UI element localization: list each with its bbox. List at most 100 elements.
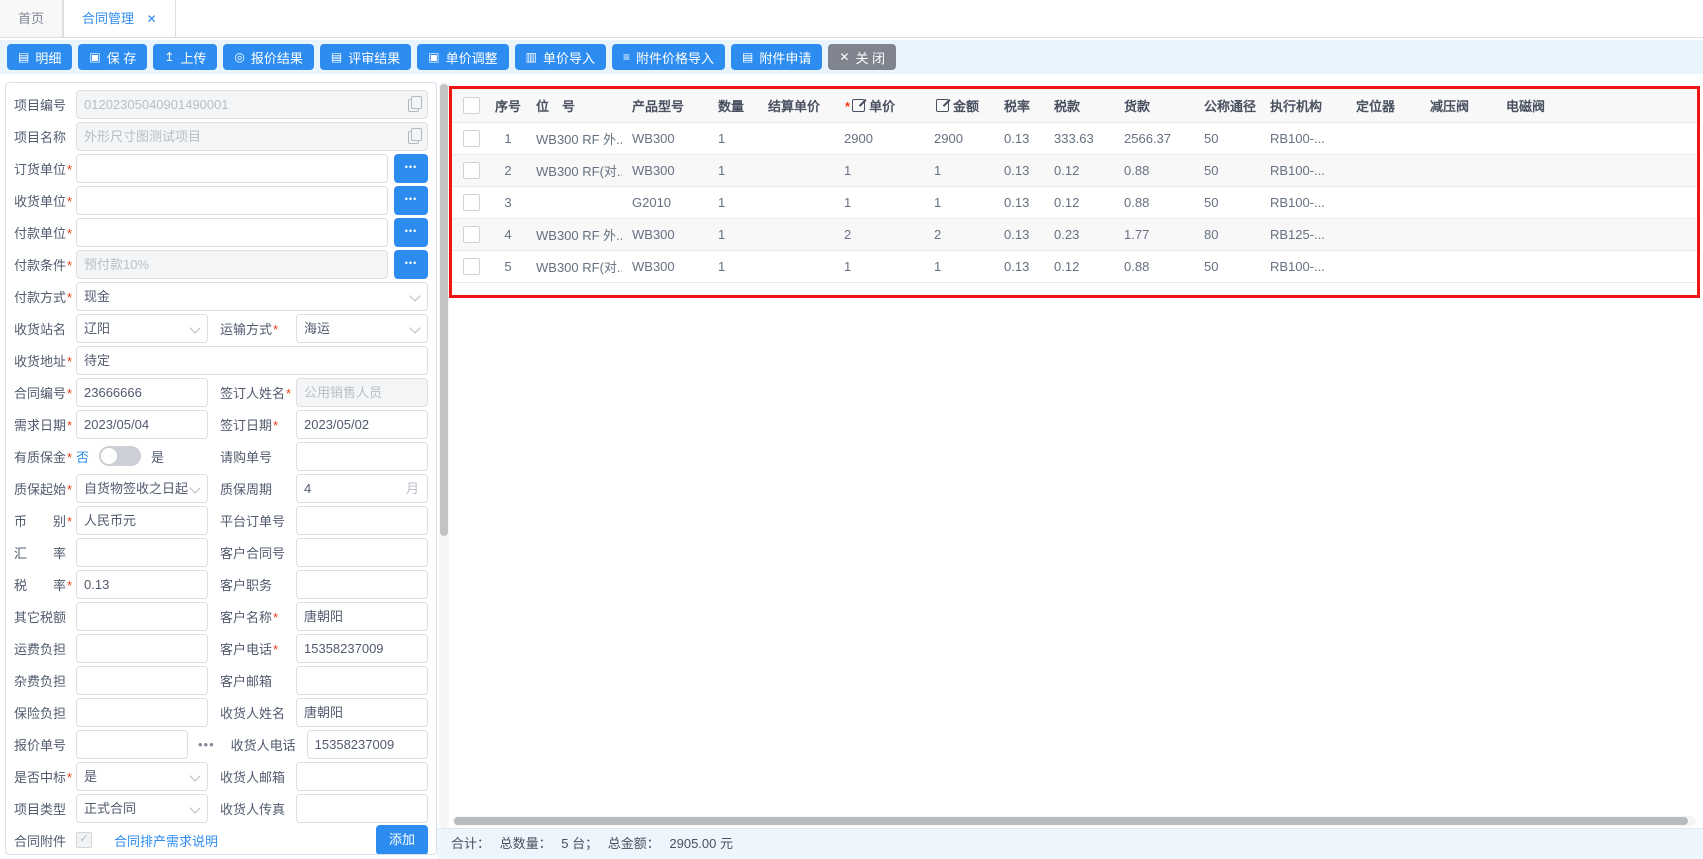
purchase-request-no-label: 请购单号 [208,447,296,466]
upload-button[interactable]: ↥上传 [153,44,217,70]
cell: RB100-... [1260,187,1346,219]
close-button[interactable]: ✕关 闭 [828,44,896,70]
required-asterisk: * [67,450,72,465]
tax-rate-input[interactable]: 0.13 [76,570,208,599]
vertical-scrollbar[interactable] [439,82,449,828]
quote-no-picker-button[interactable]: ••• [198,737,215,752]
contract-attachment-checkbox[interactable]: ✓ [76,832,92,848]
row-checkbox[interactable] [463,226,480,243]
form-row: 项目编号01202305040901490001 [14,88,428,120]
customer-title-input[interactable] [296,570,428,599]
insurance-burden-input[interactable] [76,698,208,727]
consignee-fax-input[interactable] [296,794,428,823]
customer-contract-no-input[interactable] [296,538,428,567]
required-asterisk: * [67,578,72,593]
purchase-request-no-input[interactable] [296,442,428,471]
row-checkbox-cell [452,219,490,251]
sign-date-input[interactable]: 2023/05/02 [296,410,428,439]
currency-widget: 人民币元 [76,506,208,535]
cell: 2900 [834,123,924,155]
detail-button[interactable]: ▤明细 [7,44,72,70]
horizontal-scrollbar-thumb[interactable] [454,817,1688,825]
row-checkbox[interactable] [463,194,480,211]
pay-unit-input[interactable] [76,218,388,247]
customer-phone-label: 客户电话* [208,639,296,658]
items-table: 序号位 号产品型号数量结算单价*单价金额税率税款货款公称通径执行机构定位器减压阀… [452,89,1697,283]
receive-station-select[interactable]: 辽阳 [76,314,208,343]
form-row: 其它税额客户名称*唐朝阳 [14,600,428,632]
warranty-start-label: 质保起始* [14,479,76,498]
required-asterisk: * [67,770,72,785]
attachment-price-import-button[interactable]: ≡附件价格导入 [612,44,725,70]
demand-date-input[interactable]: 2023/05/04 [76,410,208,439]
consignee-phone-widget: 15358237009 [307,730,428,759]
consignee-name-input[interactable]: 唐朝阳 [296,698,428,727]
misc-fee-burden-input[interactable] [76,666,208,695]
platform-order-no-input[interactable] [296,506,428,535]
transport-method-select[interactable]: 海运 [296,314,428,343]
select-all-checkbox[interactable] [463,97,480,114]
add-attachment-button[interactable]: 添加 [376,825,428,855]
purchase-request-no-widget [296,442,428,471]
exchange-rate-input[interactable] [76,538,208,567]
receive-address-label: 收货地址* [14,351,76,370]
copy-icon[interactable] [408,131,419,144]
order-unit-picker-button[interactable]: ••• [394,154,428,183]
consignee-phone-input[interactable]: 15358237009 [307,730,428,759]
customer-phone-input[interactable]: 15358237009 [296,634,428,663]
is-winning-bid-label: 是否中标* [14,767,76,786]
currency-input[interactable]: 人民币元 [76,506,208,535]
has-warranty-deposit-toggle[interactable] [99,446,141,466]
project-type-select[interactable]: 正式合同 [76,794,208,823]
receive-unit-input[interactable] [76,186,388,215]
pay-unit-picker-button[interactable]: ••• [394,218,428,247]
import-icon: ▥ [526,51,537,63]
row-checkbox-cell [452,251,490,283]
customer-name-widget: 唐朝阳 [296,602,428,631]
contract-no-input[interactable]: 23666666 [76,378,208,407]
price-adjust-button[interactable]: ▣单价调整 [417,44,508,70]
tab-home[interactable]: 首页 [0,0,63,37]
form-row: 汇 率客户合同号 [14,536,428,568]
row-checkbox[interactable] [463,258,480,275]
cell [758,187,834,219]
row-checkbox[interactable] [463,162,480,179]
cell [1346,123,1420,155]
contract-no-label: 合同编号* [14,383,76,402]
other-tax-input[interactable] [76,602,208,631]
warranty-start-select[interactable]: 自货物签收之日起 [76,474,208,503]
receive-address-input[interactable]: 待定 [76,346,428,375]
row-checkbox[interactable] [463,130,480,147]
price-import-button[interactable]: ▥单价导入 [515,44,606,70]
cell [758,155,834,187]
consignee-email-input[interactable] [296,762,428,791]
quote-result-button[interactable]: ◎报价结果 [223,44,314,70]
pay-method-select[interactable]: 现金 [76,282,428,311]
tab-contract-management[interactable]: 合同管理 ✕ [63,0,176,37]
contract-attachment-link[interactable]: 合同排产需求说明 [114,831,218,850]
table-row: 3G20101110.130.120.8850RB100-... [452,187,1697,219]
has-warranty-deposit-toggle-group: 否是 [76,442,208,471]
warranty-period-label: 质保周期 [208,479,296,498]
required-asterisk: * [67,514,72,529]
horizontal-scrollbar[interactable] [452,816,1696,826]
form-row: 有质保金*否是请购单号 [14,440,428,472]
receive-unit-picker-button[interactable]: ••• [394,186,428,215]
required-asterisk: * [273,418,278,433]
freight-burden-input[interactable] [76,634,208,663]
copy-icon[interactable] [408,99,419,112]
customer-name-input[interactable]: 唐朝阳 [296,602,428,631]
pay-terms-picker-button[interactable]: ••• [394,250,428,279]
save-button[interactable]: ▣保 存 [78,44,147,70]
save-button-label: 保 存 [107,48,137,67]
required-asterisk: * [67,386,72,401]
tab-close-icon[interactable]: ✕ [147,12,157,26]
review-result-button[interactable]: ▤评审结果 [320,44,411,70]
attachment-apply-button[interactable]: ▤附件申请 [731,44,822,70]
is-winning-bid-select[interactable]: 是 [76,762,208,791]
vertical-scrollbar-thumb[interactable] [440,84,448,536]
required-asterisk: * [67,258,72,273]
customer-email-input[interactable] [296,666,428,695]
quote-no-input[interactable] [76,730,188,759]
order-unit-input[interactable] [76,154,388,183]
